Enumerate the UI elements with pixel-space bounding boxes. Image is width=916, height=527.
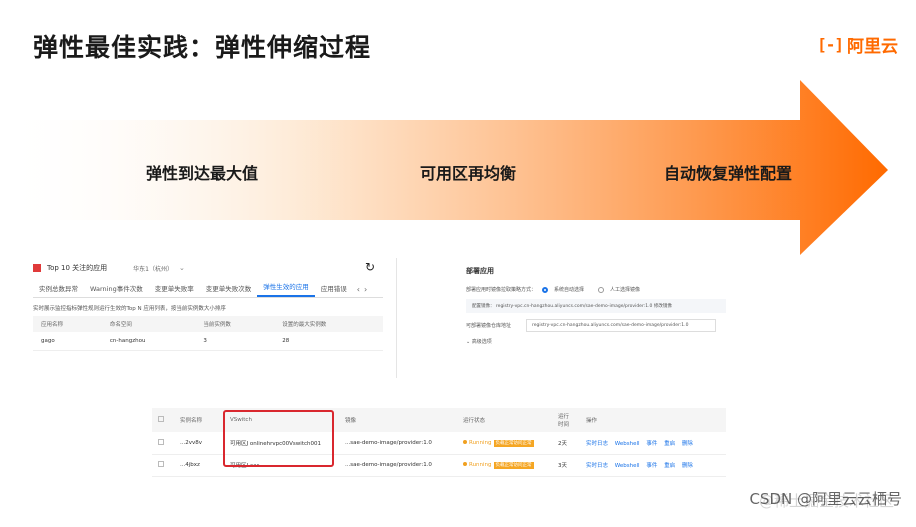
refresh-icon[interactable]: ↻	[365, 260, 375, 274]
strategy-label: 部署应用时镜像拉取策略方式：	[466, 287, 537, 293]
webshell-link[interactable]: Webshell	[615, 463, 640, 469]
image-field-label: 可部署镜像仓库地址	[466, 323, 512, 329]
status-text: Running	[469, 462, 492, 468]
tab-scroll-left-icon[interactable]: ‹	[357, 285, 360, 297]
elastic-apps-table: 应用名称 命名空间 当前实例数 设置的最大实例数 gago cn-hangzho…	[33, 316, 383, 351]
realtime-log-link[interactable]: 实时日志	[586, 463, 608, 469]
column-header: 命名空间	[101, 316, 196, 332]
ops-cell: 实时日志 Webshell 事件 重启 删除	[580, 432, 726, 455]
image-config-box: 配置镜像： registry-vpc.cn-hangzhou.aliyuncs.…	[466, 299, 726, 313]
events-link[interactable]: 事件	[646, 463, 657, 469]
column-header: 运行状态	[457, 408, 552, 432]
stage-label-max: 弹性到达最大值	[146, 164, 259, 183]
table-row: gago cn-hangzhou 3 28	[33, 332, 383, 351]
column-header: 当前实例数	[195, 316, 275, 332]
delete-link[interactable]: 删除	[682, 441, 693, 447]
watermark-csdn: CSDN @阿里云云栖号	[749, 490, 902, 508]
radio-manual-label: 人工选择镜像	[610, 287, 641, 293]
tab-app-errors[interactable]: 应用错误	[315, 283, 353, 297]
slide-title: 弹性最佳实践：弹性伸缩过程	[33, 33, 372, 62]
realtime-log-link[interactable]: 实时日志	[586, 441, 608, 447]
panel-title: Top 10 关注的应用	[47, 264, 108, 272]
image-cell: ...sae-demo-image/provider:1.0	[339, 432, 457, 455]
uptime-cell: 2天	[552, 432, 580, 455]
row-checkbox[interactable]	[158, 438, 164, 445]
restart-link[interactable]: 重启	[664, 441, 675, 447]
row-checkbox[interactable]	[158, 461, 164, 467]
status-text: Running	[469, 439, 492, 446]
column-header: 操作	[580, 408, 726, 432]
aliyun-logo: [-] 阿里云	[817, 32, 898, 57]
status-dot-icon	[463, 462, 467, 466]
radio-auto[interactable]	[542, 286, 549, 293]
region-select[interactable]: 华东1（杭州）	[133, 264, 173, 273]
panel-description: 实时展示监控指标弹性规则运行生效的Top N 应用列表，按当前实例数大小排序	[33, 306, 226, 312]
events-link[interactable]: 事件	[646, 441, 657, 447]
column-header: 应用名称	[33, 316, 102, 332]
status-dot-icon	[463, 439, 467, 444]
column-header: 设置的最大实例数	[274, 316, 383, 332]
restart-link[interactable]: 重启	[664, 463, 675, 469]
image-field[interactable]: registry-vpc.cn-hangzhou.aliyuncs.com/sa…	[526, 319, 716, 332]
vswitch-highlight-box	[223, 410, 334, 467]
image-cell: ...sae-demo-image/provider:1.0	[339, 454, 457, 477]
delete-link[interactable]: 删除	[682, 463, 693, 469]
chevron-down-icon[interactable]: ⌄	[179, 264, 185, 272]
instance-name: ...2vv8v	[174, 432, 224, 455]
current-instances-cell: 3	[195, 332, 275, 351]
select-all-checkbox[interactable]	[158, 416, 164, 422]
tab-change-failure-rate[interactable]: 变更单失败率	[149, 283, 200, 297]
column-header: 运行时间	[552, 408, 580, 432]
aliyun-logo-text: 阿里云	[847, 37, 898, 57]
tab-elastic-apps[interactable]: 弹性生效的应用	[257, 281, 315, 297]
advanced-options-label: 高级选项	[471, 339, 492, 345]
instance-name: ...4jbxz	[174, 454, 224, 477]
flag-icon	[33, 264, 41, 272]
deploy-app-panel: 部署应用 部署应用时镜像拉取策略方式： 系统自动选择 人工选择镜像 配置镜像： …	[466, 266, 766, 366]
deploy-title: 部署应用	[466, 267, 494, 275]
tab-change-failure-count[interactable]: 变更单失败次数	[200, 283, 258, 297]
tab-bar: 实例总数异常 Warning事件次数 变更单失败率 变更单失败次数 弹性生效的应…	[33, 280, 383, 298]
radio-auto-label: 系统自动选择	[554, 287, 585, 293]
status-badge: 负载正常访问正常	[493, 462, 534, 469]
top-apps-panel: Top 10 关注的应用 华东1（杭州） ⌄ ↻ 实例总数异常 Warning事…	[33, 258, 383, 368]
column-header: 实例名称	[174, 408, 224, 432]
namespace-cell: cn-hangzhou	[101, 332, 196, 351]
status-cell: Running 负载正常访问正常	[457, 432, 552, 455]
max-instances-cell: 28	[274, 332, 383, 351]
stage-label-rebalance: 可用区再均衡	[420, 164, 517, 183]
tab-instance-anomaly[interactable]: 实例总数异常	[33, 283, 84, 297]
tab-warning-events[interactable]: Warning事件次数	[84, 283, 149, 297]
tab-scroll-right-icon[interactable]: ›	[364, 285, 367, 297]
status-badge: 负载正常访问正常	[493, 439, 534, 447]
advanced-options-toggle[interactable]: ⌄ 高级选项	[466, 338, 766, 345]
select-all-header	[152, 408, 174, 432]
stage-label-restore: 自动恢复弹性配置	[664, 164, 793, 183]
webshell-link[interactable]: Webshell	[615, 441, 640, 447]
uptime-cell: 3天	[552, 454, 580, 477]
app-name-link[interactable]: gago	[33, 332, 102, 351]
aliyun-logo-icon: [-]	[817, 35, 844, 54]
radio-manual[interactable]	[598, 286, 605, 293]
panel-divider	[396, 258, 397, 378]
column-header: 镜像	[339, 408, 457, 432]
ops-cell: 实时日志 Webshell 事件 重启 删除	[580, 454, 726, 477]
status-cell: Running 负载正常访问正常	[457, 454, 552, 477]
chevron-down-icon: ⌄	[466, 339, 471, 345]
